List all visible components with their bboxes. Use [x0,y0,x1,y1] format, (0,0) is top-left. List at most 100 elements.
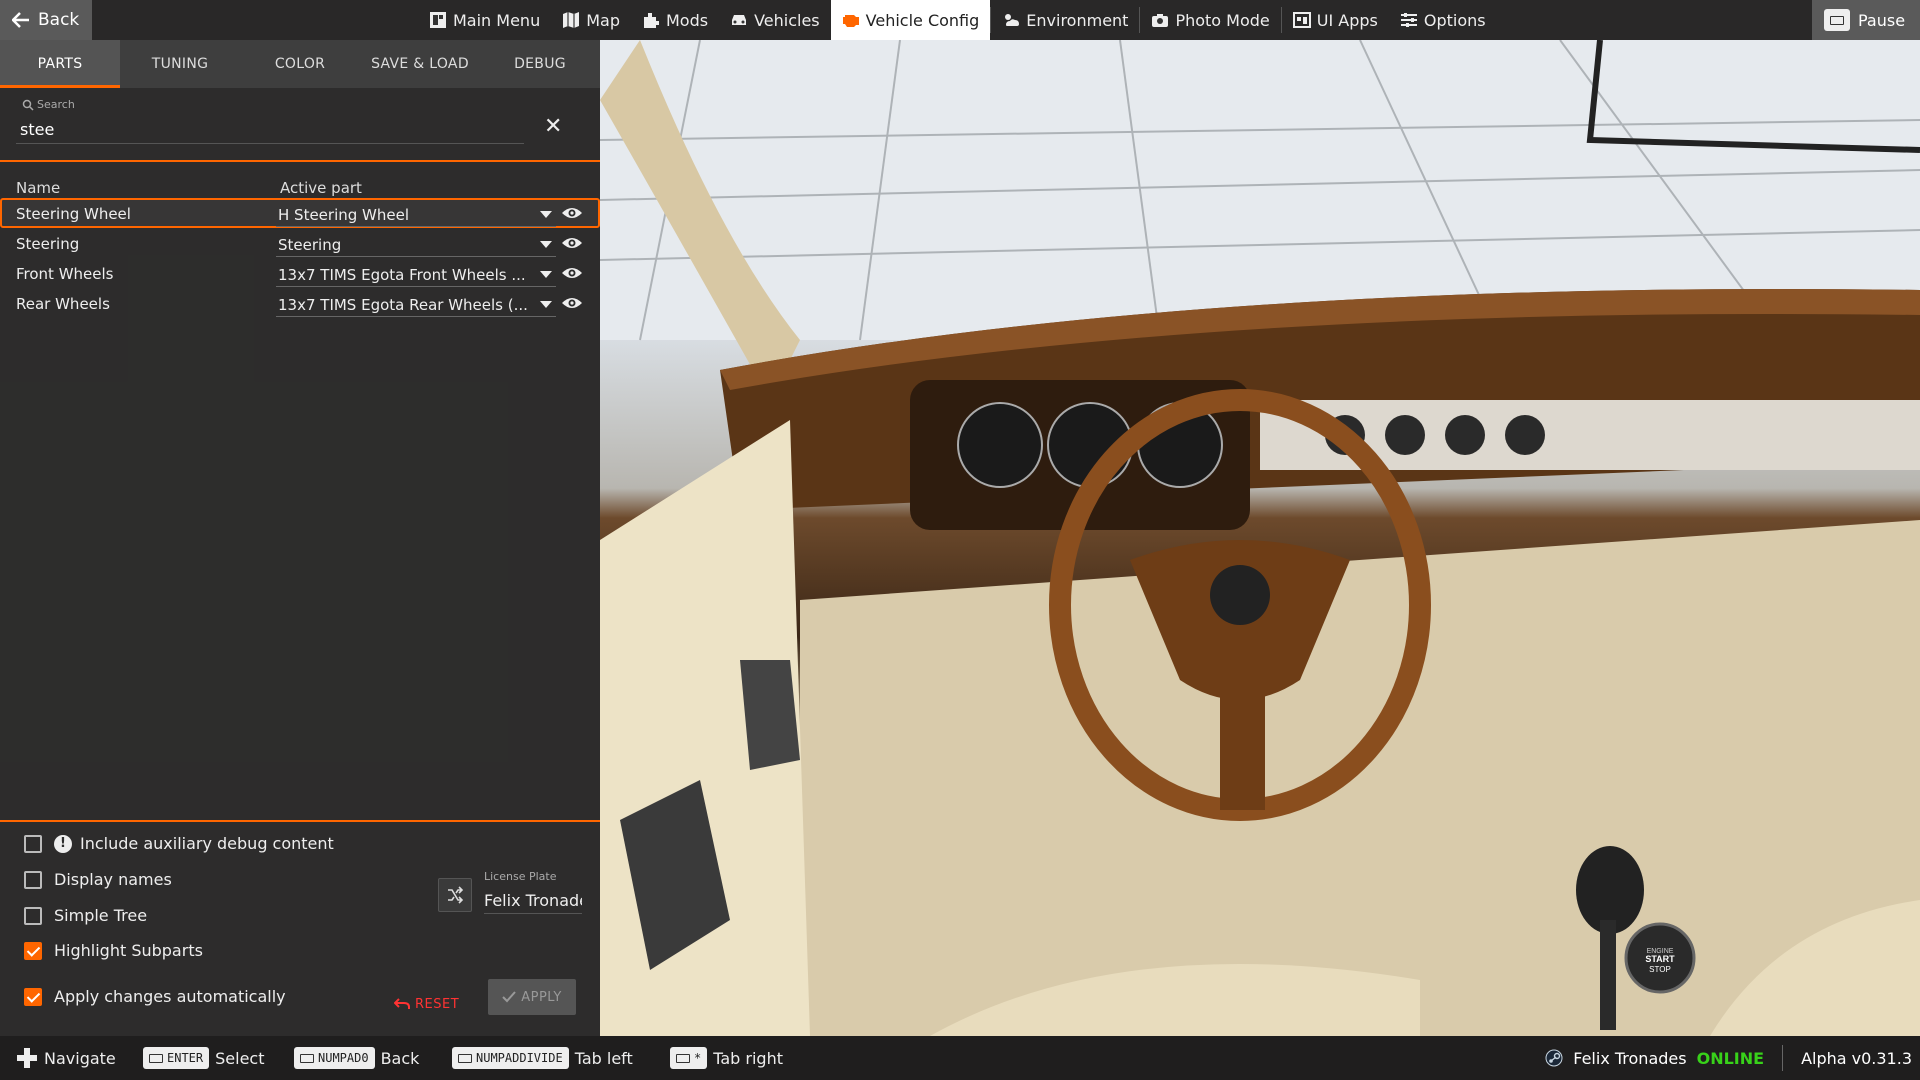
main-menu-icon [430,12,446,28]
steam-icon [1545,1049,1563,1067]
version-label: Alpha v0.31.3 [1801,1048,1912,1068]
nav-label: Options [1423,10,1486,30]
key-label: ENTER [167,1051,204,1065]
hint-label: Tab left [574,1048,633,1068]
hint-label: Back [380,1048,420,1068]
username: Felix Tronades [1573,1048,1687,1068]
arrow-left-icon [12,12,29,28]
engine-icon [842,15,859,27]
aux-debug-checkbox[interactable] [24,834,42,853]
search-label: Search [22,98,75,111]
table-row[interactable]: Steering Steering [0,228,600,258]
table-row[interactable]: Steering Wheel H Steering Wheel [0,198,600,228]
nav-environment[interactable]: Environment [991,0,1139,40]
highlight-subparts-label: Highlight Subparts [54,941,203,960]
apply-button[interactable]: APPLY [488,979,576,1015]
eye-icon[interactable] [561,235,583,251]
tab-tuning[interactable]: TUNING [120,40,240,88]
key-numpaddivide: NUMPADDIVIDE [452,1047,569,1069]
nav-ui-apps[interactable]: UI Apps [1282,0,1389,40]
eye-icon[interactable] [561,265,583,281]
back-button[interactable]: Back [0,0,92,40]
hint-tab-left: NUMPADDIVIDE Tab left [452,1036,633,1080]
camera-icon [1152,14,1169,27]
parts-table: Name Active part Steering Wheel H Steeri… [0,170,600,318]
display-names-checkbox[interactable] [24,870,42,889]
chevron-down-icon[interactable] [540,211,552,218]
key-label: NUMPADDIVIDE [476,1051,563,1065]
bottom-bar: Navigate ENTER Select NUMPAD0 Back NUMPA… [0,1036,1920,1080]
online-status: ONLINE [1696,1048,1765,1068]
reset-label: RESET [415,996,460,1012]
simple-tree-option[interactable]: Simple Tree [24,906,147,925]
nav-label: Photo Mode [1175,10,1270,30]
apply-auto-option[interactable]: Apply changes automatically [24,987,286,1006]
weather-icon [1005,14,1020,26]
ui-apps-icon [1292,12,1311,28]
search-label-text: Search [37,98,75,111]
part-select[interactable]: H Steering Wheel [276,203,556,227]
nav-label: Mods [665,10,709,30]
nav-label: Main Menu [453,10,541,30]
search-input[interactable] [16,116,524,144]
tab-parts[interactable]: PARTS [0,40,120,88]
highlight-subparts-checkbox[interactable] [24,941,42,960]
tab-color[interactable]: COLOR [240,40,360,88]
part-name: Steering [16,235,80,253]
main-nav: Main Menu Map Mods Vehicles Vehicle Conf… [418,0,1497,40]
pause-button[interactable]: Pause [1812,0,1920,40]
hint-navigate: Navigate [16,1036,116,1080]
hint-label: Tab right [713,1048,783,1068]
randomize-plate-button[interactable] [438,878,472,912]
highlight-subparts-option[interactable]: Highlight Subparts [24,941,203,960]
nav-vehicle-config[interactable]: Vehicle Config [830,0,991,40]
reset-button[interactable]: RESET [394,986,468,1022]
chevron-down-icon[interactable] [540,301,552,308]
key-enter: ENTER [143,1047,210,1069]
pause-label: Pause [1858,10,1906,30]
hint-select: ENTER Select [143,1036,264,1080]
part-select[interactable]: Steering [276,233,556,257]
car-icon [732,15,747,25]
key-label: NUMPAD0 [318,1051,369,1065]
display-names-option[interactable]: Display names [24,870,172,889]
hint-label: Select [215,1048,265,1068]
hint-back: NUMPAD0 Back [294,1036,419,1080]
dpad-icon [17,1048,37,1068]
license-plate-input[interactable] [484,888,582,914]
nav-label: Map [586,10,620,30]
key-multiply: * [670,1047,708,1069]
apply-auto-checkbox[interactable] [24,987,42,1006]
table-row[interactable]: Front Wheels 13x7 TIMS Egota Front Wheel… [0,258,600,288]
nav-label: Vehicles [754,10,820,30]
chevron-down-icon[interactable] [540,241,552,248]
chevron-down-icon[interactable] [540,271,552,278]
hint-tab-right: * Tab right [670,1036,783,1080]
nav-map[interactable]: Map [551,0,631,40]
tab-save-load[interactable]: SAVE & LOAD [360,40,480,88]
part-select[interactable]: 13x7 TIMS Egota Front Wheels ... [276,263,556,287]
vehicle-interior-view[interactable]: ENGINE START STOP [600,40,1920,1036]
hint-label: Navigate [44,1048,116,1068]
close-icon[interactable]: ✕ [544,114,562,139]
simple-tree-checkbox[interactable] [24,906,42,925]
eye-icon[interactable] [561,295,583,311]
keyboard-key-icon [1824,9,1850,31]
tab-debug[interactable]: DEBUG [480,40,600,88]
nav-main-menu[interactable]: Main Menu [418,0,551,40]
start-stop-line-3: STOP [1649,965,1671,974]
part-select[interactable]: 13x7 TIMS Egota Rear Wheels (... [276,293,556,317]
check-icon [502,991,516,1003]
aux-debug-option[interactable]: ! Include auxiliary debug content [24,834,334,853]
config-tabs: PARTS TUNING COLOR SAVE & LOAD DEBUG [0,40,600,88]
nav-options[interactable]: Options [1389,0,1497,40]
simple-tree-label: Simple Tree [54,906,148,925]
nav-vehicles[interactable]: Vehicles [719,0,831,40]
nav-mods[interactable]: Mods [631,0,719,40]
nav-photo-mode[interactable]: Photo Mode [1140,0,1280,40]
table-row[interactable]: Rear Wheels 13x7 TIMS Egota Rear Wheels … [0,288,600,318]
mods-icon [643,13,659,28]
eye-icon[interactable] [561,205,583,221]
info-icon: ! [54,834,72,853]
part-name: Rear Wheels [16,295,110,313]
